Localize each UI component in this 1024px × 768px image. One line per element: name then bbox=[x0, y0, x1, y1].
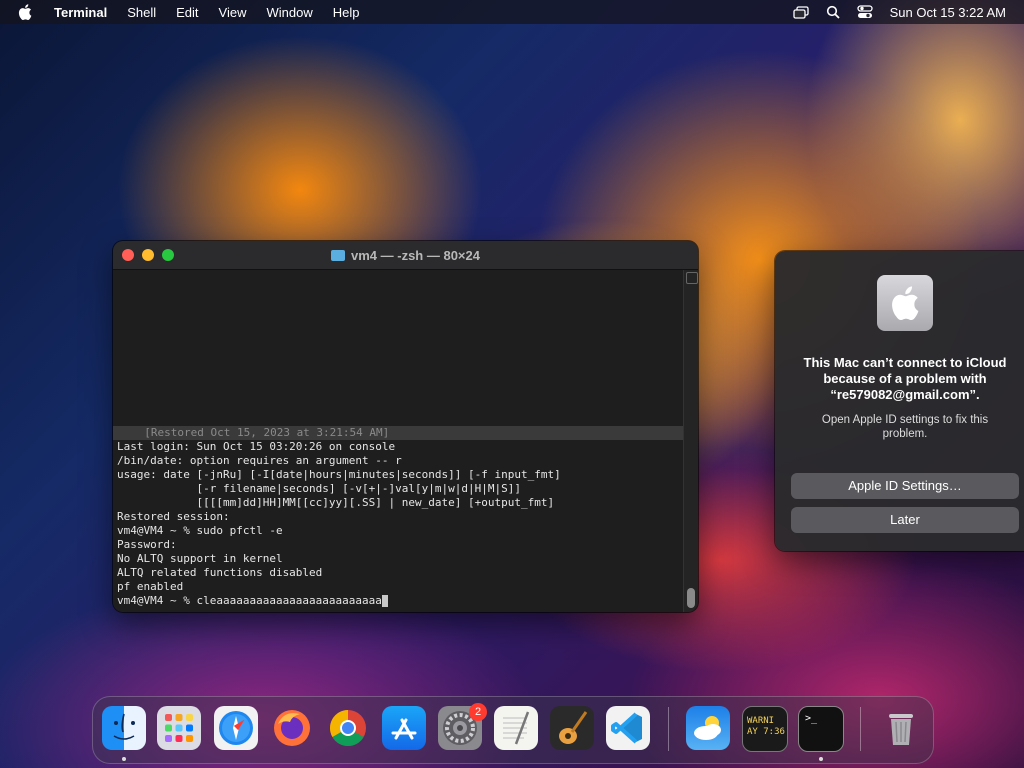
terminal-line: pf enabled bbox=[117, 580, 184, 593]
terminal-titlebar[interactable]: vm4 — -zsh — 80×24 bbox=[113, 241, 698, 270]
alert-title: This Mac can’t connect to iCloud because… bbox=[803, 355, 1007, 402]
terminal-input[interactable]: vm4@VM4 ~ % cleaaaaaaaaaaaaaaaaaaaaaaaaa bbox=[117, 594, 382, 607]
menu-app-name[interactable]: Terminal bbox=[54, 5, 107, 20]
terminal-icon-prompt: >_ bbox=[805, 713, 818, 724]
zoom-window-button[interactable] bbox=[162, 249, 174, 261]
terminal-scrollbar[interactable] bbox=[683, 270, 698, 612]
terminal-line: vm4@VM4 ~ % sudo pfctl -e bbox=[117, 524, 283, 537]
terminal-title: vm4 — -zsh — 80×24 bbox=[113, 241, 698, 269]
terminal-line: [[[[mm]dd]HH]MM[[cc]yy][.SS] | new_date]… bbox=[117, 496, 555, 509]
terminal-prompt-line[interactable]: vm4@VM4 ~ % cleaaaaaaaaaaaaaaaaaaaaaaaaa bbox=[117, 594, 684, 608]
menu-window[interactable]: Window bbox=[267, 5, 313, 20]
screen-mirroring-icon[interactable] bbox=[792, 5, 810, 19]
minimize-window-button[interactable] bbox=[142, 249, 154, 261]
dock: 2 WARNI AY 7:36 >_ bbox=[92, 696, 934, 764]
menu-help[interactable]: Help bbox=[333, 5, 360, 20]
app-store-icon[interactable] bbox=[382, 706, 426, 750]
trash-icon[interactable] bbox=[879, 706, 923, 750]
alert-message: Open Apple ID settings to fix this probl… bbox=[821, 414, 989, 440]
dock-divider bbox=[860, 707, 861, 751]
console-icon-text: WARNI bbox=[747, 716, 775, 726]
terminal-line: [-r filename|seconds] [-v[+|-]val[y|m|w|… bbox=[117, 482, 521, 495]
terminal-line: Password: bbox=[117, 538, 177, 551]
scrollbar-marker-icon bbox=[686, 272, 698, 284]
safari-icon[interactable] bbox=[214, 706, 258, 750]
menu-edit[interactable]: Edit bbox=[176, 5, 198, 20]
menu-bar: Terminal Shell Edit View Window Help Sun… bbox=[0, 0, 1024, 24]
settings-notification-badge: 2 bbox=[469, 703, 487, 721]
finder-icon[interactable] bbox=[102, 706, 146, 750]
restored-banner: [Restored Oct 15, 2023 at 3:21:54 AM] bbox=[113, 426, 684, 440]
dock-divider bbox=[668, 707, 669, 751]
terminal-icon[interactable]: >_ bbox=[798, 706, 844, 752]
finder-running-indicator bbox=[122, 757, 126, 761]
terminal-window[interactable]: vm4 — -zsh — 80×24 [Restored Oct 15, 202… bbox=[113, 241, 698, 612]
apple-menu-icon[interactable] bbox=[18, 4, 36, 20]
terminal-line: Last login: Sun Oct 15 03:20:26 on conso… bbox=[117, 440, 396, 453]
terminal-line: Restored session: bbox=[117, 510, 230, 523]
apple-logo-icon bbox=[877, 275, 933, 331]
terminal-line: usage: date [-jnRu] [-I[date|hours|minut… bbox=[117, 468, 561, 481]
console-icon-text: AY 7:36 bbox=[747, 727, 785, 737]
vscode-icon[interactable] bbox=[606, 706, 650, 750]
scrollbar-thumb[interactable] bbox=[687, 588, 695, 608]
menu-shell[interactable]: Shell bbox=[127, 5, 156, 20]
apple-id-settings-button[interactable]: Apple ID Settings… bbox=[791, 473, 1019, 499]
menu-clock[interactable]: Sun Oct 15 3:22 AM bbox=[890, 5, 1006, 20]
spotlight-search-icon[interactable] bbox=[824, 5, 842, 19]
chrome-icon[interactable] bbox=[326, 706, 370, 750]
firefox-icon[interactable] bbox=[270, 706, 314, 750]
terminal-title-text: vm4 — -zsh — 80×24 bbox=[351, 247, 480, 263]
control-center-icon[interactable] bbox=[856, 5, 874, 19]
launchpad-icon[interactable] bbox=[157, 706, 201, 750]
menu-view[interactable]: View bbox=[219, 5, 247, 20]
terminal-output[interactable]: [Restored Oct 15, 2023 at 3:21:54 AM] La… bbox=[113, 270, 684, 612]
terminal-line: No ALTQ support in kernel bbox=[117, 552, 283, 565]
textedit-icon[interactable] bbox=[494, 706, 538, 750]
terminal-line: /bin/date: option requires an argument -… bbox=[117, 454, 402, 467]
weather-icon[interactable] bbox=[686, 706, 730, 750]
garageband-icon[interactable] bbox=[550, 706, 594, 750]
later-button[interactable]: Later bbox=[791, 507, 1019, 533]
text-cursor bbox=[381, 595, 388, 607]
console-icon[interactable]: WARNI AY 7:36 bbox=[742, 706, 788, 752]
close-window-button[interactable] bbox=[122, 249, 134, 261]
folder-icon bbox=[331, 249, 345, 261]
terminal-line: ALTQ related functions disabled bbox=[117, 566, 323, 579]
terminal-running-indicator bbox=[819, 757, 823, 761]
icloud-alert: This Mac can’t connect to iCloud because… bbox=[775, 251, 1024, 551]
